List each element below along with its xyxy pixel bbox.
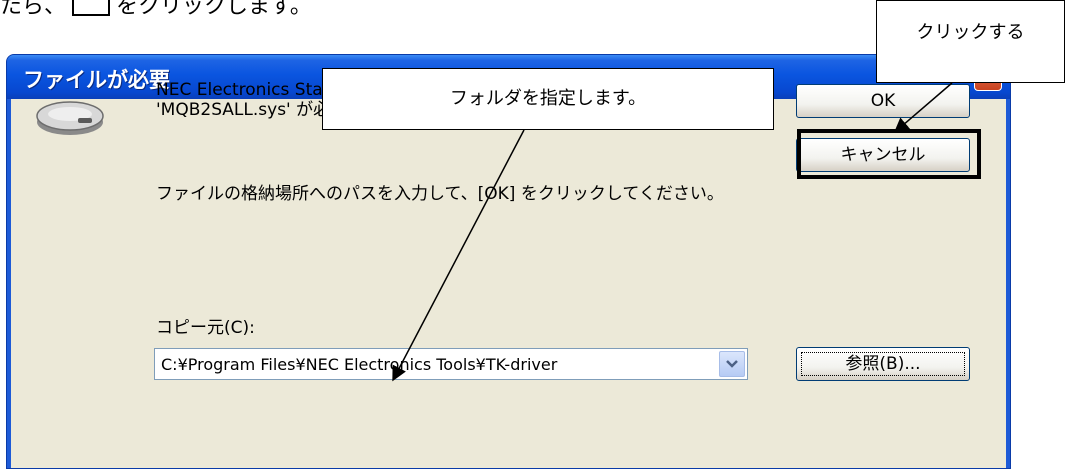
click-callout-arrow bbox=[893, 82, 953, 133]
callout-arrows bbox=[392, 82, 953, 382]
folder-callout-arrow bbox=[392, 129, 525, 382]
